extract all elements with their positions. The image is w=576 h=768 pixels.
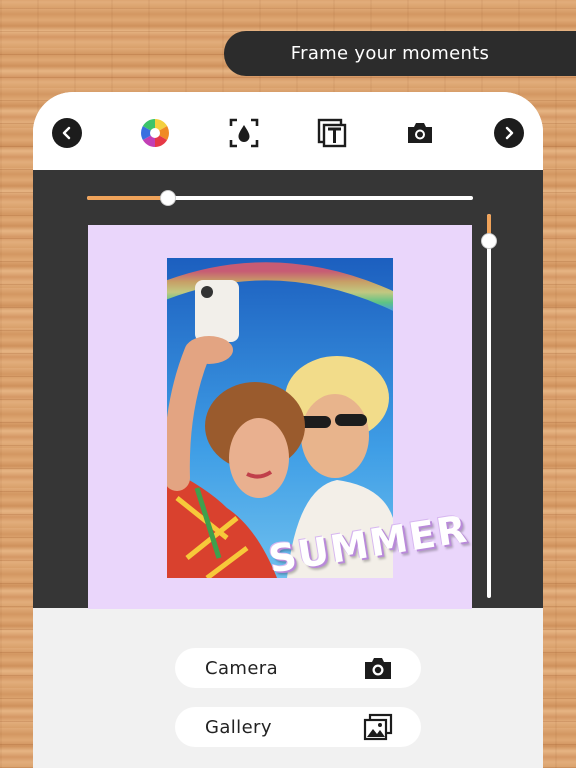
vertical-slider-thumb[interactable] [482,233,496,248]
horizontal-slider-thumb[interactable] [161,191,176,205]
camera-tool-button[interactable] [405,118,435,148]
camera-icon [408,123,432,143]
gallery-button-label: Gallery [205,716,272,738]
horizontal-size-slider[interactable] [87,191,473,205]
next-button[interactable] [494,118,524,148]
toolbar [33,92,543,170]
color-wheel-icon [141,119,169,147]
blur-focus-button[interactable] [229,118,259,148]
horizontal-slider-fill [87,196,169,200]
previous-button[interactable] [52,118,82,148]
color-picker-button[interactable] [140,118,170,148]
gallery-button[interactable]: Gallery [175,707,421,747]
vertical-size-slider[interactable] [482,214,496,598]
forward-chevron-icon [494,118,524,148]
app-screen: SUMMER Camera Gallery [33,92,543,768]
text-tool-button[interactable] [317,118,347,148]
camera-button-label: Camera [205,657,279,679]
gallery-icon [363,713,393,741]
camera-button[interactable]: Camera [175,648,421,688]
banner-text: Frame your moments [290,43,490,64]
back-chevron-icon [52,118,82,148]
text-frame-icon [317,118,347,148]
drop-focus-icon [229,118,259,148]
camera-icon [365,658,391,679]
promo-banner: Frame your moments [224,31,576,76]
